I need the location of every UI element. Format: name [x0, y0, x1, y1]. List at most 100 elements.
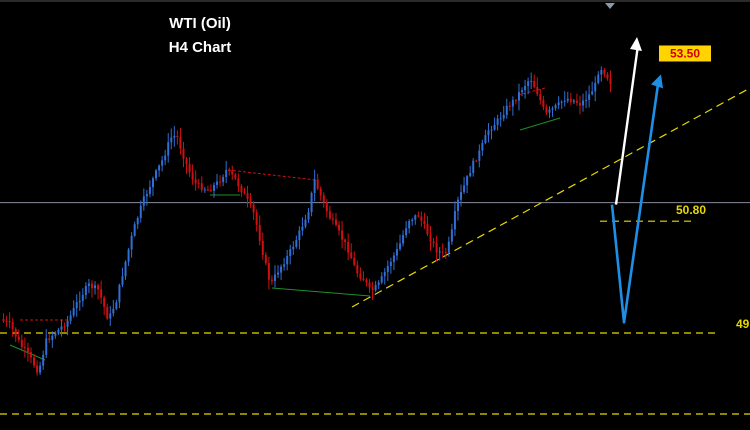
candle-194	[594, 76, 597, 102]
candle-113	[347, 233, 350, 261]
candle-body	[63, 326, 66, 328]
candle-156	[478, 144, 481, 168]
candle-175	[536, 77, 539, 97]
candle-body	[383, 271, 386, 277]
candle-137	[420, 211, 423, 227]
candle-body	[362, 278, 365, 281]
candle-63	[194, 170, 197, 191]
candle-183	[560, 100, 563, 109]
candle-40	[124, 260, 127, 280]
candle-body	[368, 282, 371, 288]
candle-142	[435, 235, 438, 262]
candle-body	[508, 105, 511, 107]
candle-body	[572, 100, 575, 102]
candle-73	[225, 160, 228, 184]
candle-26	[81, 288, 84, 307]
candle-189	[578, 95, 581, 115]
candle-28	[87, 278, 90, 294]
candle-9	[29, 347, 32, 364]
candle-body	[182, 148, 185, 159]
candle-170	[521, 87, 524, 97]
fractal-line-2	[271, 287, 371, 297]
candle-body	[42, 354, 45, 366]
candle-152	[466, 175, 469, 194]
candle-90	[277, 265, 280, 279]
candle-body	[359, 273, 362, 279]
candle-body	[304, 219, 307, 227]
candle-body	[36, 365, 39, 373]
fractal-line-1	[227, 169, 317, 181]
candle-body	[203, 189, 206, 191]
candle-59	[182, 141, 185, 168]
candle-body	[429, 234, 432, 242]
candle-body	[499, 118, 502, 120]
candle-53	[164, 149, 167, 166]
candle-14	[45, 329, 48, 358]
candle-body	[216, 181, 219, 185]
candle-body	[338, 224, 341, 231]
candle-25	[78, 291, 81, 311]
candle-body	[2, 319, 5, 321]
candle-107	[328, 205, 331, 221]
candle-29	[90, 280, 93, 298]
candle-body	[94, 285, 97, 289]
candle-30	[94, 281, 97, 295]
candle-168	[514, 99, 517, 105]
candle-159	[487, 123, 490, 143]
candle-body	[411, 219, 414, 222]
candle-body	[319, 188, 322, 196]
candle-116	[356, 260, 359, 278]
candle-119	[365, 277, 368, 287]
candle-42	[130, 232, 133, 258]
candle-body	[127, 249, 130, 262]
candle-38	[118, 283, 121, 309]
candle-body	[331, 218, 334, 220]
candle-body	[588, 94, 591, 100]
candle-11	[36, 360, 39, 376]
candle-64	[197, 178, 200, 189]
candle-121	[371, 281, 374, 300]
candle-body	[334, 219, 337, 225]
candle-body	[591, 91, 594, 95]
candle-115	[353, 251, 356, 267]
candle-70	[216, 173, 219, 189]
candle-body	[90, 283, 93, 289]
candle-body	[444, 251, 447, 253]
candle-body	[432, 241, 435, 243]
candle-body	[139, 205, 142, 218]
candle-84	[258, 215, 261, 246]
chart-subtitle: H4 Chart	[169, 39, 232, 56]
candle-body	[481, 142, 484, 151]
candle-191	[585, 90, 588, 109]
candle-67	[206, 185, 209, 192]
candle-75	[231, 165, 234, 180]
candle-71	[219, 175, 222, 187]
candle-125	[383, 268, 386, 285]
candle-body	[273, 274, 276, 281]
candle-body	[377, 282, 380, 286]
candle-body	[148, 187, 151, 194]
candle-body	[606, 74, 609, 79]
candle-body	[57, 329, 60, 334]
candle-77	[237, 173, 240, 193]
candle-135	[414, 214, 417, 225]
candle-193	[591, 81, 594, 96]
candle-body	[374, 285, 377, 291]
candle-body	[505, 105, 508, 115]
candle-144	[441, 243, 444, 259]
candle-13	[42, 350, 45, 370]
candle-body	[402, 235, 405, 244]
candle-126	[386, 260, 389, 281]
candle-body	[502, 114, 505, 119]
candle-154	[472, 158, 475, 177]
candle-body	[420, 216, 423, 221]
candle-111	[341, 220, 344, 249]
candle-1	[5, 315, 8, 327]
candle-92	[283, 257, 286, 271]
candle-body	[185, 158, 188, 165]
candle-123	[377, 280, 380, 289]
candle-104	[319, 186, 322, 201]
candle-165	[505, 98, 508, 119]
candle-112	[344, 238, 347, 251]
candle-33	[103, 295, 106, 316]
